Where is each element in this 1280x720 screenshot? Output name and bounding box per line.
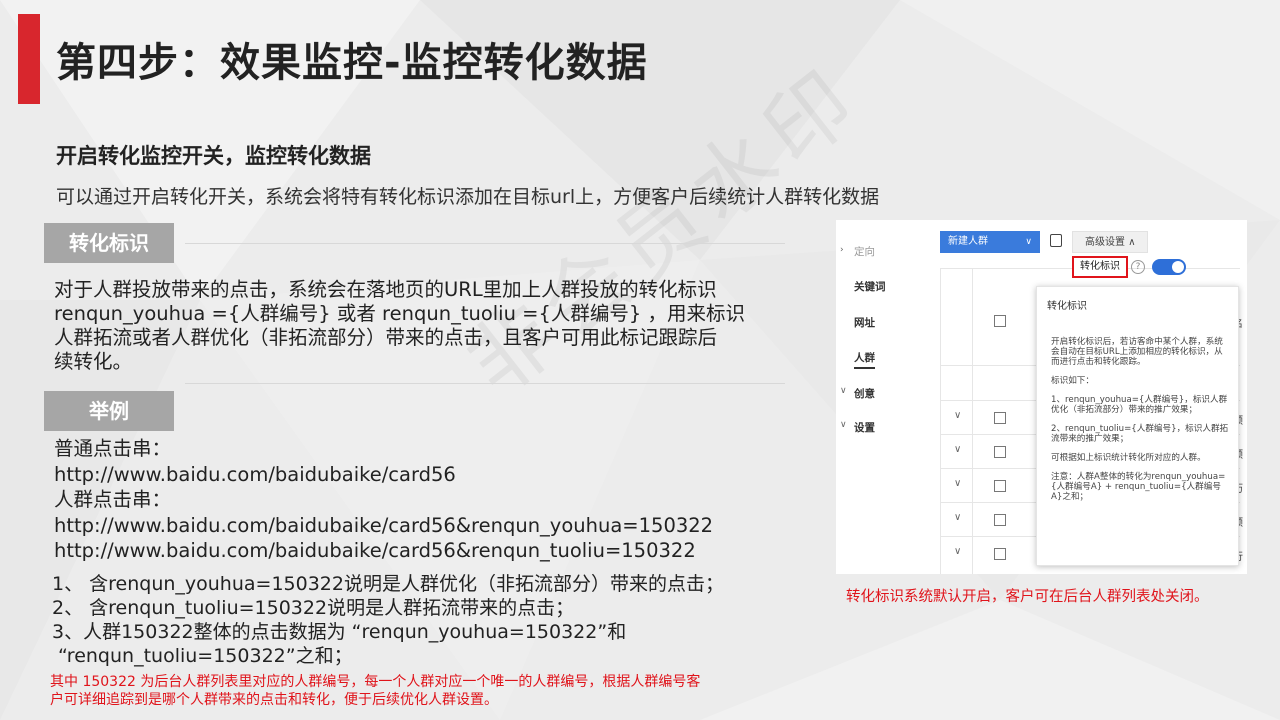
note-line: 1、 含renqun_youhua=150322说明是人群优化（非拓流部分）带来… bbox=[52, 573, 724, 595]
example-line: 人群点击串： bbox=[54, 488, 172, 511]
sidebar: › 定向 关键词 网址 人群 ∨ 创意 ∨ 设置 bbox=[836, 220, 936, 574]
example-line: http://www.baidu.com/baidubaike/card56&r… bbox=[54, 539, 696, 562]
tooltip-title: 转化标识 bbox=[1047, 301, 1087, 312]
sidebar-item-targeting[interactable]: 定向 bbox=[854, 244, 875, 259]
example-list: 普通点击串： http://www.baidu.com/baidubaike/c… bbox=[54, 436, 794, 564]
sidebar-item-creative[interactable]: 创意 bbox=[854, 386, 875, 401]
row-expand-icon[interactable]: ∨ bbox=[954, 546, 961, 557]
tooltip-paragraph: 可根据如上标识统计转化所对应的人群。 bbox=[1051, 453, 1206, 463]
note-line: 2、 含renqun_tuoliu=150322说明是人群拓流带来的点击； bbox=[52, 597, 575, 619]
row-checkbox[interactable] bbox=[994, 412, 1006, 424]
tooltip-paragraph: 2、renqun_tuoliu={人群编号}，标识人群拓流带来的推广效果； bbox=[1051, 424, 1229, 444]
screenshot-caption: 转化标识系统默认开启，客户可在后台人群列表处关闭。 bbox=[846, 589, 1209, 605]
row-checkbox[interactable] bbox=[994, 548, 1006, 560]
conversion-mark-tooltip: 转化标识 开启转化标识后，若访客命中某个人群，系统会自动在目标URL上添加相应的… bbox=[1036, 286, 1239, 566]
description-paragraph: 对于人群投放带来的点击，系统会在落地页的URL里加上人群投放的转化标识 renq… bbox=[54, 278, 794, 374]
footnote-line: 户可详细追踪到是哪个人群带来的点击和转化，便于后续优化人群设置。 bbox=[50, 692, 498, 708]
tooltip-paragraph: 开启转化标识后，若访客命中某个人群，系统会自动在目标URL上添加相应的转化标识，… bbox=[1051, 337, 1223, 367]
example-line: http://www.baidu.com/baidubaike/card56&r… bbox=[54, 513, 714, 537]
row-checkbox[interactable] bbox=[994, 480, 1006, 492]
chevron-right-icon: › bbox=[840, 245, 844, 255]
conversion-mark-tag: 转化标识 bbox=[44, 223, 174, 263]
conversion-mark-setting-label: 转化标识 bbox=[1072, 256, 1128, 278]
paragraph-line: 对于人群投放带来的点击，系统会在落地页的URL里加上人群投放的转化标识 bbox=[54, 278, 717, 301]
conversion-mark-toggle[interactable] bbox=[1152, 259, 1186, 275]
sidebar-item-audience[interactable]: 人群 bbox=[854, 350, 875, 369]
note-line: “renqun_tuoliu=150322”之和； bbox=[58, 645, 353, 667]
table-border bbox=[940, 268, 941, 574]
row-expand-icon[interactable]: ∨ bbox=[954, 512, 961, 523]
chevron-down-icon: ∨ bbox=[840, 386, 847, 396]
row-checkbox[interactable] bbox=[994, 446, 1006, 458]
paragraph-line: renqun_youhua ={人群编号} 或者 renqun_tuoliu =… bbox=[54, 302, 746, 325]
footnote: 其中 150322 为后台人群列表里对应的人群编号，每一个人群对应一个唯一的人群… bbox=[50, 673, 810, 709]
tooltip-paragraph: 注意：人群A整体的转化为renqun_youhua={人群编号A} + renq… bbox=[1051, 472, 1226, 502]
table-border bbox=[972, 268, 973, 574]
section-subtitle: 开启转化监控开关，监控转化数据 bbox=[56, 144, 371, 168]
row-expand-icon[interactable]: ∨ bbox=[954, 444, 961, 455]
chevron-down-icon: ∨ bbox=[840, 420, 847, 430]
advanced-settings-label: 高级设置 bbox=[1085, 237, 1125, 248]
divider bbox=[185, 383, 785, 384]
help-icon[interactable]: ? bbox=[1131, 260, 1145, 274]
page-title: 第四步：效果监控-监控转化数据 bbox=[56, 40, 648, 86]
notes-list: 1、 含renqun_youhua=150322说明是人群优化（非拓流部分）带来… bbox=[52, 572, 812, 668]
example-tag: 举例 bbox=[44, 391, 174, 431]
chevron-up-icon: ∧ bbox=[1128, 237, 1136, 248]
row-checkbox[interactable] bbox=[994, 514, 1006, 526]
divider bbox=[185, 243, 785, 244]
toggle-knob bbox=[1172, 261, 1184, 273]
example-line: 普通点击串： bbox=[54, 437, 172, 460]
intro-text: 可以通过开启转化开关，系统会将特有转化标识添加在目标url上，方便客户后续统计人… bbox=[56, 186, 880, 208]
chevron-down-icon: ∨ bbox=[1025, 237, 1032, 247]
row-expand-icon[interactable]: ∨ bbox=[954, 410, 961, 421]
footnote-line: 其中 150322 为后台人群列表里对应的人群编号，每一个人群对应一个唯一的人群… bbox=[50, 674, 701, 690]
advanced-settings-button[interactable]: 高级设置 ∧ bbox=[1072, 231, 1148, 253]
example-line: http://www.baidu.com/baidubaike/card56 bbox=[54, 462, 456, 486]
tooltip-paragraph: 标识如下： bbox=[1051, 376, 1094, 386]
tooltip-paragraph: 1、renqun_youhua={人群编号}，标识人群优化（非拓流部分）带来的推… bbox=[1051, 395, 1228, 415]
sidebar-item-settings[interactable]: 设置 bbox=[854, 420, 875, 435]
sidebar-item-website[interactable]: 网址 bbox=[854, 315, 875, 330]
copy-icon[interactable] bbox=[1050, 234, 1062, 247]
paragraph-line: 人群拓流或者人群优化（非拓流部分）带来的点击，且客户可用此标记跟踪后 bbox=[54, 326, 718, 349]
new-audience-button[interactable]: 新建人群 ∨ bbox=[940, 231, 1040, 253]
note-line: 3、人群150322整体的点击数据为 “renqun_youhua=150322… bbox=[52, 621, 627, 643]
paragraph-line: 续转化。 bbox=[54, 350, 133, 373]
select-all-checkbox[interactable] bbox=[994, 315, 1006, 327]
tooltip-body: 开启转化标识后，若访客命中某个人群，系统会自动在目标URL上添加相应的转化标识，… bbox=[1051, 337, 1231, 511]
row-expand-icon[interactable]: ∨ bbox=[954, 478, 961, 489]
settings-screenshot: › 定向 关键词 网址 人群 ∨ 创意 ∨ 设置 新建人群 ∨ 高级设置 ∧ 名… bbox=[836, 220, 1247, 574]
title-accent-bar bbox=[18, 14, 40, 104]
sidebar-item-keywords[interactable]: 关键词 bbox=[854, 279, 886, 294]
new-audience-label: 新建人群 bbox=[948, 236, 988, 247]
